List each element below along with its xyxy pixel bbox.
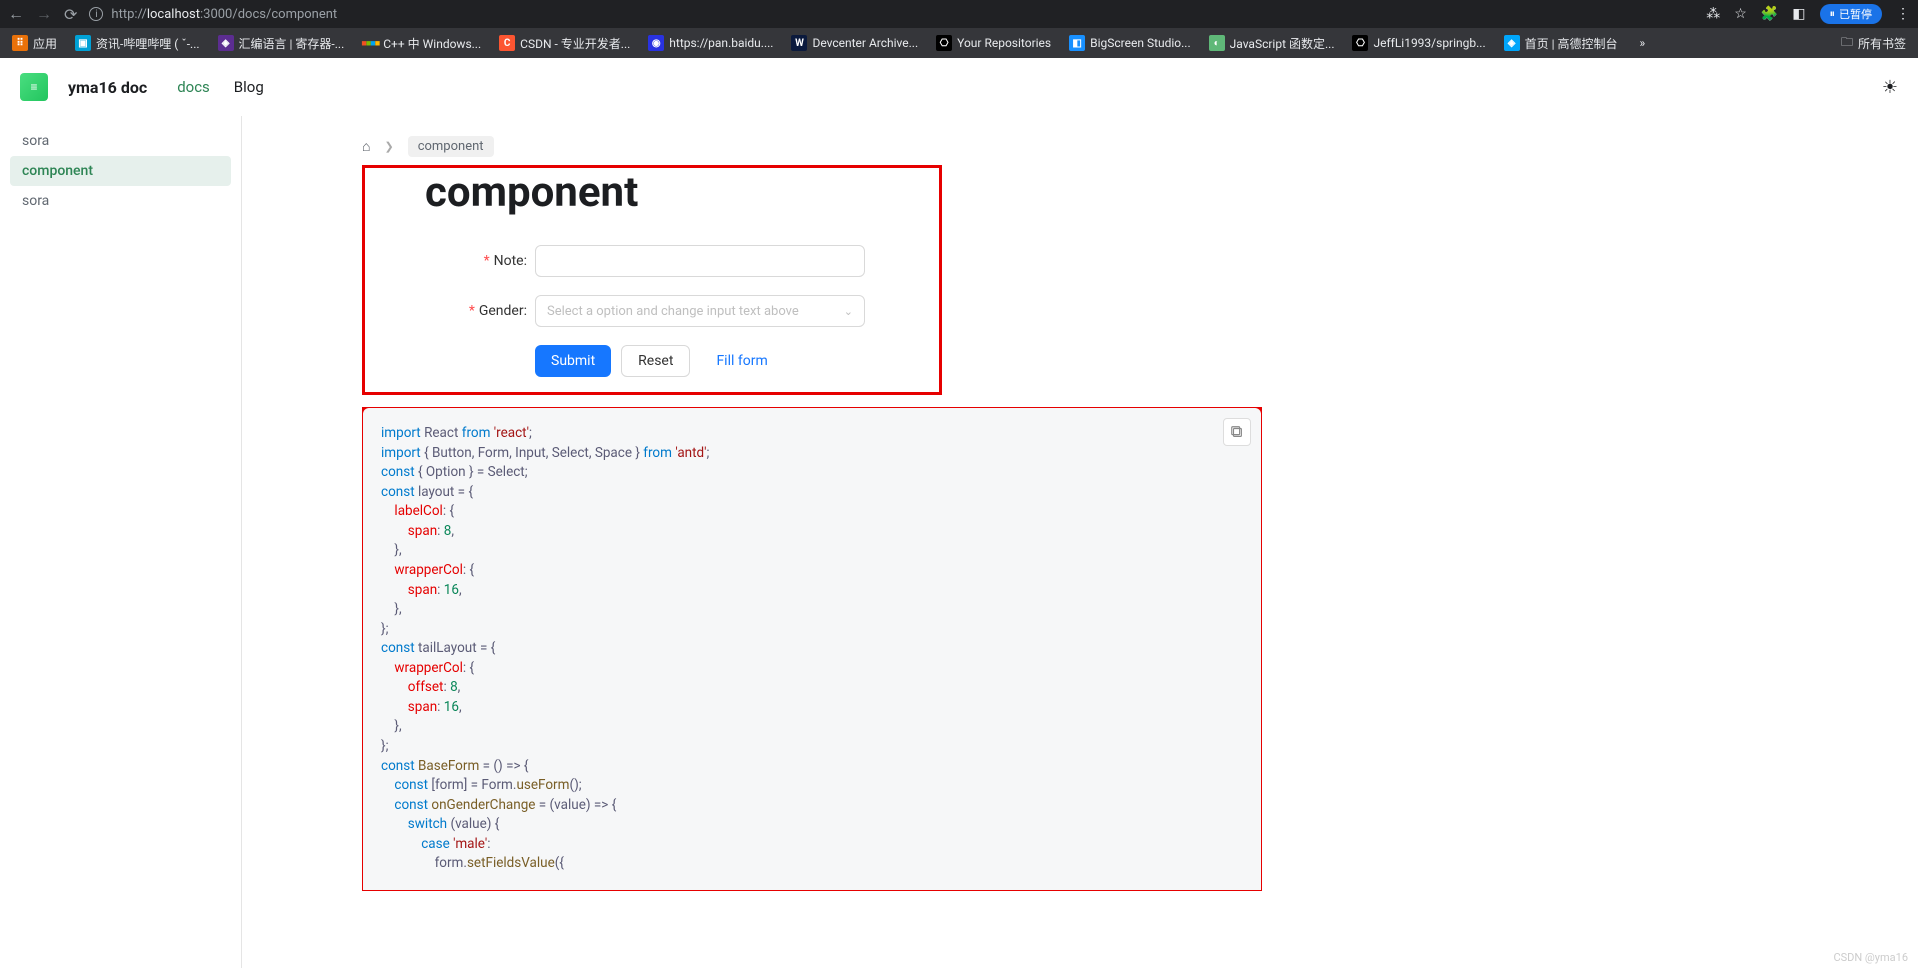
form-actions: Submit Reset Fill form — [535, 345, 929, 377]
copy-icon — [1230, 425, 1244, 439]
bookmark-label: 汇编语言 | 寄存器-... — [239, 35, 345, 52]
note-input[interactable] — [535, 245, 865, 277]
favicon: ◐ — [1209, 35, 1225, 51]
bookmark-item[interactable]: ◧ BigScreen Studio... — [1065, 33, 1195, 54]
folder-icon: 🗀 — [1841, 33, 1853, 54]
sidepanel-icon[interactable]: ◧ — [1792, 6, 1805, 22]
site-info-icon[interactable]: i — [89, 7, 103, 21]
bookmark-label: https://pan.baidu.... — [669, 36, 773, 50]
bookmark-item[interactable]: ⎔ Your Repositories — [932, 33, 1055, 54]
nav-link-docs[interactable]: docs — [177, 78, 210, 96]
site-header: ≡ yma16 doc docs Blog ☀ — [0, 58, 1918, 116]
chevron-down-icon: ⌄ — [844, 305, 853, 318]
favicon: ⎔ — [1352, 35, 1368, 51]
reset-button[interactable]: Reset — [621, 345, 690, 377]
extensions-icon[interactable]: 🧩 — [1761, 6, 1778, 22]
bookmark-item[interactable]: C CSDN - 专业开发者... — [495, 33, 634, 54]
watermark: CSDN @yma16 — [1833, 951, 1908, 964]
breadcrumb-current: component — [408, 136, 494, 157]
bookmark-item[interactable]: ◈ 汇编语言 | 寄存器-... — [214, 33, 349, 54]
gender-select[interactable]: Select a option and change input text ab… — [535, 295, 865, 327]
form-highlight-box: component *Note: *Gender: Select a optio… — [362, 165, 942, 395]
page-title: component — [425, 168, 929, 217]
favicon: ⎔ — [936, 35, 952, 51]
code-highlight-box: import React from 'react'; import { Butt… — [362, 407, 1262, 891]
bookmark-item[interactable]: W Devcenter Archive... — [787, 33, 922, 54]
favicon: ◉ — [648, 35, 664, 51]
theme-toggle-icon[interactable]: ☀ — [1882, 77, 1898, 98]
browser-nav-bar: ← → ⟳ i http://localhost:3000/docs/compo… — [0, 0, 1918, 28]
forward-button[interactable]: → — [36, 4, 52, 24]
home-icon[interactable]: ⌂ — [362, 138, 370, 155]
code-content: import React from 'react'; import { Butt… — [381, 424, 1243, 874]
form-row-gender: *Gender: Select a option and change inpu… — [375, 295, 929, 327]
bookmark-label: 首页 | 高德控制台 — [1525, 35, 1618, 52]
menu-icon[interactable]: ⋮ — [1896, 6, 1910, 22]
submit-button[interactable]: Submit — [535, 345, 611, 377]
back-button[interactable]: ← — [8, 4, 24, 24]
nav-link-blog[interactable]: Blog — [234, 78, 264, 96]
bookmark-item[interactable]: ⎔ JeffLi1993/springb... — [1348, 33, 1489, 54]
paused-label: 已暂停 — [1839, 6, 1872, 22]
bookmark-label: BigScreen Studio... — [1090, 36, 1191, 50]
bookmark-label: Your Repositories — [957, 36, 1051, 50]
bookmark-item[interactable]: ◐ JavaScript 函数定... — [1205, 33, 1339, 54]
sidebar-item-sora[interactable]: sora — [10, 126, 231, 156]
pause-icon: ⏸ — [1830, 7, 1836, 21]
profile-paused-badge[interactable]: ⏸ 已暂停 — [1820, 4, 1883, 24]
sidebar: soracomponentsora — [0, 116, 242, 968]
bookmarks-bar: ⠿ 应用 ▣ 资讯-哔哩哔哩 ( ˇ-... ◈ 汇编语言 | 寄存器-... ■■■■ C+… — [0, 28, 1918, 58]
bookmark-item[interactable]: ◈ 首页 | 高德控制台 — [1500, 33, 1622, 54]
breadcrumb-separator: ❯ — [384, 140, 393, 153]
bookmark-label: 资讯-哔哩哔哩 ( ˇ-... — [96, 35, 200, 52]
gender-placeholder: Select a option and change input text ab… — [547, 304, 799, 319]
header-nav: docs Blog — [177, 78, 264, 96]
star-icon[interactable]: ☆ — [1734, 6, 1747, 22]
bookmark-label: 应用 — [33, 35, 57, 52]
url-text: http://localhost:3000/docs/component — [111, 7, 337, 22]
translate-icon[interactable]: ⁂ — [1706, 6, 1720, 22]
site-title[interactable]: yma16 doc — [68, 78, 147, 97]
bookmark-label: JavaScript 函数定... — [1230, 35, 1335, 52]
bookmarks-overflow[interactable]: » — [1636, 34, 1650, 52]
favicon: C — [499, 35, 515, 51]
copy-button[interactable] — [1223, 418, 1251, 446]
favicon: ◧ — [1069, 35, 1085, 51]
bookmark-label: CSDN - 专业开发者... — [520, 35, 630, 52]
favicon: ⠿ — [12, 35, 28, 51]
gender-label: *Gender: — [375, 303, 535, 319]
sidebar-item-component[interactable]: component — [10, 156, 231, 186]
favicon: ◈ — [1504, 35, 1520, 51]
favicon: ▣ — [75, 35, 91, 51]
bookmark-item[interactable]: ■■■■ C++ 中 Windows... — [358, 33, 485, 54]
all-bookmarks-folder[interactable]: 🗀 所有书签 — [1837, 31, 1910, 56]
reload-button[interactable]: ⟳ — [64, 5, 77, 24]
favicon: ■■■■ — [362, 35, 378, 51]
favicon: W — [791, 35, 807, 51]
all-bookmarks-label: 所有书签 — [1858, 35, 1906, 52]
bookmark-item[interactable]: ◉ https://pan.baidu.... — [644, 33, 777, 54]
bookmark-item[interactable]: ▣ 资讯-哔哩哔哩 ( ˇ-... — [71, 33, 204, 54]
fill-form-button[interactable]: Fill form — [700, 345, 783, 377]
code-block: import React from 'react'; import { Butt… — [363, 408, 1261, 890]
favicon: ◈ — [218, 35, 234, 51]
bookmark-item[interactable]: ⠿ 应用 — [8, 33, 61, 54]
address-bar[interactable]: i http://localhost:3000/docs/component — [89, 7, 337, 22]
form-row-note: *Note: — [375, 245, 929, 277]
main-content: ⌂ ❯ component component *Note: *Gender: … — [242, 116, 1918, 968]
bookmark-label: C++ 中 Windows... — [383, 35, 481, 52]
breadcrumb: ⌂ ❯ component — [362, 136, 1878, 157]
bookmark-label: Devcenter Archive... — [812, 36, 918, 50]
note-label: *Note: — [375, 253, 535, 269]
site-logo[interactable]: ≡ — [20, 73, 48, 101]
bookmark-label: JeffLi1993/springb... — [1373, 36, 1485, 50]
sidebar-item-sora[interactable]: sora — [10, 186, 231, 216]
